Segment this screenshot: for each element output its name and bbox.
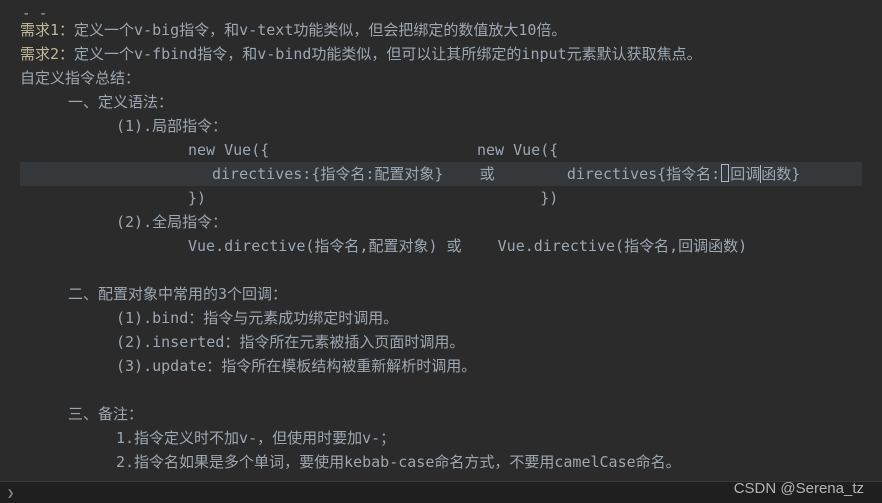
code-close-1: }) [188,189,206,207]
summary-text: 自定义指令总结： [20,69,140,87]
code-or: 或 [480,165,495,183]
req2-text: 定义一个v-fbind指令，和v-bind功能类似，但可以让其所绑定的input… [74,45,702,63]
code-line: 2.指令名如果是多个单词，要使用kebab-case命名方式，不要用camelC… [20,450,862,474]
code-directives-1: directives:{指令名:配置对象} [20,165,443,183]
code-line: Vue.directive(指令名,配置对象) 或 Vue.directive(… [20,234,862,258]
blank-line [20,378,862,402]
collapse-dashes: - - [22,2,47,26]
code-line: 三、备注： [20,402,862,426]
code-line: new Vue({ new Vue({ [20,138,862,162]
global-title: (2).全局指令： [116,213,227,231]
callbacks-title: 二、配置对象中常用的3个回调： [68,285,287,303]
code-line: (2).全局指令： [20,210,862,234]
code-new-vue-2: new Vue({ [477,141,558,159]
code-close-2: }) [540,189,558,207]
code-line: (1).bind：指令与元素成功绑定时调用。 [20,306,862,330]
code-line: 自定义指令总结： [20,66,862,90]
local-title: (1).局部指令： [116,117,227,135]
code-editor[interactable]: - - 需求1：定义一个v-big指令，和v-text功能类似，但会把绑定的数值… [0,0,882,474]
note1: 1.指令定义时不加v-，但使用时要加v-； [116,429,395,447]
caret [760,165,761,183]
req2-label: 需求2： [20,45,74,63]
req1-text: 定义一个v-big指令，和v-text功能类似，但会把绑定的数值放大10倍。 [74,21,566,39]
code-line: 二、配置对象中常用的3个回调： [20,282,862,306]
code-directives-2: directives{指令名:回调函数} [567,165,800,183]
code-line: (3).update：指令所在模板结构被重新解析时调用。 [20,354,862,378]
code-line: 需求1：定义一个v-big指令，和v-text功能类似，但会把绑定的数值放大10… [20,18,862,42]
code-line: 一、定义语法： [20,90,862,114]
code-line: 需求2：定义一个v-fbind指令，和v-bind功能类似，但可以让其所绑定的i… [20,42,862,66]
note2: 2.指令名如果是多个单词，要使用kebab-case命名方式，不要用camelC… [116,453,681,471]
syntax-title: 一、定义语法： [68,93,173,111]
notes-title: 三、备注： [68,405,143,423]
code-line: 1.指令定义时不加v-，但使用时要加v-； [20,426,862,450]
text-cursor [721,164,729,182]
blank-line [20,258,862,282]
code-line: (2).inserted：指令所在元素被插入页面时调用。 [20,330,862,354]
code-line-active: directives:{指令名:配置对象} 或 directives{指令名:回… [20,162,862,186]
global-code: Vue.directive(指令名,配置对象) 或 Vue.directive(… [188,237,747,255]
code-new-vue-1: new Vue({ [188,141,269,159]
cb2: (2).inserted：指令所在元素被插入页面时调用。 [116,333,464,351]
cb1: (1).bind：指令与元素成功绑定时调用。 [116,309,398,327]
code-line: (1).局部指令： [20,114,862,138]
cb3: (3).update：指令所在模板结构被重新解析时调用。 [116,357,476,375]
watermark-text: CSDN @Serena_tz [734,480,864,497]
chevron-right-icon[interactable]: ❯ [7,486,14,500]
code-line: }) }) [20,186,862,210]
